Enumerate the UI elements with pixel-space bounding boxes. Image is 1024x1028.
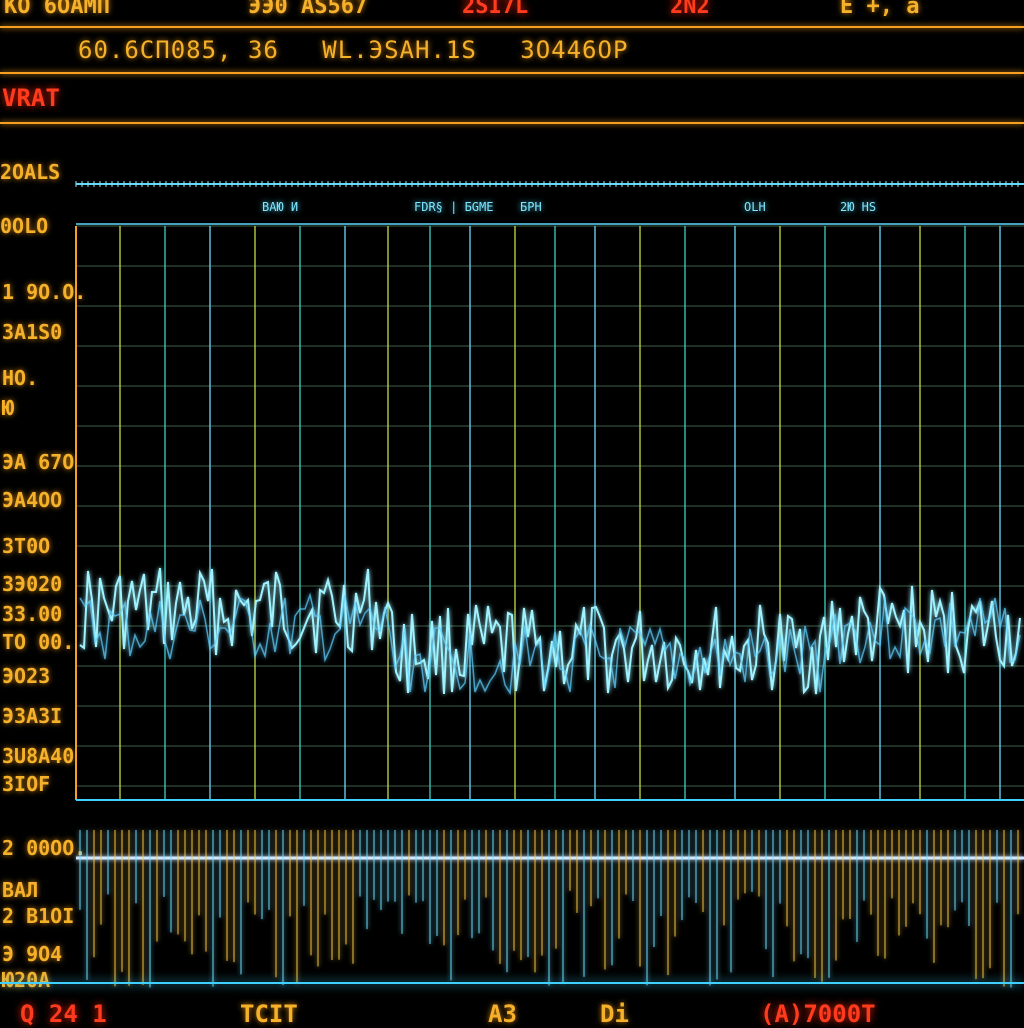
waveform-line <box>79 567 1021 695</box>
channel-label: OLH <box>744 200 766 214</box>
scale-label: Ю <box>2 396 15 420</box>
oscilloscope-display <box>75 181 1024 988</box>
scale-label: ЭО23 <box>2 664 51 688</box>
readout-value: 3О446ОР <box>520 36 629 64</box>
divider <box>0 122 1024 124</box>
scale-label: НО. <box>2 366 39 390</box>
channel-label: FDR§ | БGME <box>414 200 494 214</box>
scale-label: 1 9О.О. <box>2 280 87 304</box>
top-item: E +, a <box>840 0 920 19</box>
scale-label: ЗА1S0 <box>2 320 63 344</box>
header-scale-label: 2ОАLS <box>0 160 61 184</box>
trace-scale-top: 0ОLO <box>0 214 49 238</box>
channel-label: BAЮ И <box>262 200 299 214</box>
waveform-trace <box>79 567 1021 696</box>
divider <box>0 982 1024 984</box>
top-status-bar: KO 6ОАМП ЭЭ0 АS567 2SI7L 2N2 E +, a <box>0 0 1024 22</box>
scale-label: ЗТ0О <box>2 534 51 558</box>
lower-strip-trace <box>76 830 1024 988</box>
scale-label: ТО 00. <box>2 630 75 654</box>
scale-label: Э 9О4 <box>2 942 63 966</box>
header-ticks <box>75 181 1024 225</box>
scale-label: ЗЗ.00 <box>2 602 63 626</box>
readout-value: WL.ЭSAH.1S <box>322 36 477 64</box>
grid <box>75 225 1024 801</box>
divider <box>0 72 1024 74</box>
channel-label: БРН <box>520 200 542 214</box>
scale-label: ЗU8А40 <box>2 744 75 768</box>
top-item: 2N2 <box>670 0 710 19</box>
readout-value: 60.6СП085, 36 <box>78 36 279 64</box>
scale-label: ЭА 67О <box>2 450 75 474</box>
waveform-line <box>79 592 1021 696</box>
scale-label: 2 00ОО. <box>2 836 87 860</box>
scale-label: ЭЗАЗI <box>2 704 63 728</box>
scale-label: ЗIОF <box>2 772 51 796</box>
scale-label: ЭА4ОО <box>2 488 63 512</box>
scale-label: Ю20А <box>2 968 51 992</box>
scale-label: ВАЛ <box>2 878 39 902</box>
top-item: KO 6ОАМП <box>4 0 110 19</box>
scale-label: 2 В1ОI <box>2 904 75 928</box>
channel-label: 2Ю НS <box>840 200 877 214</box>
top-item: ЭЭ0 АS567 <box>248 0 368 19</box>
divider <box>0 26 1024 28</box>
parameter-readout: 60.6СП085, 36 WL.ЭSAH.1S 3О446ОР <box>78 36 656 64</box>
scale-label: ЗЭ020 <box>2 572 63 596</box>
top-item: 2SI7L <box>462 0 529 19</box>
mode-label: VRAT <box>2 84 60 112</box>
